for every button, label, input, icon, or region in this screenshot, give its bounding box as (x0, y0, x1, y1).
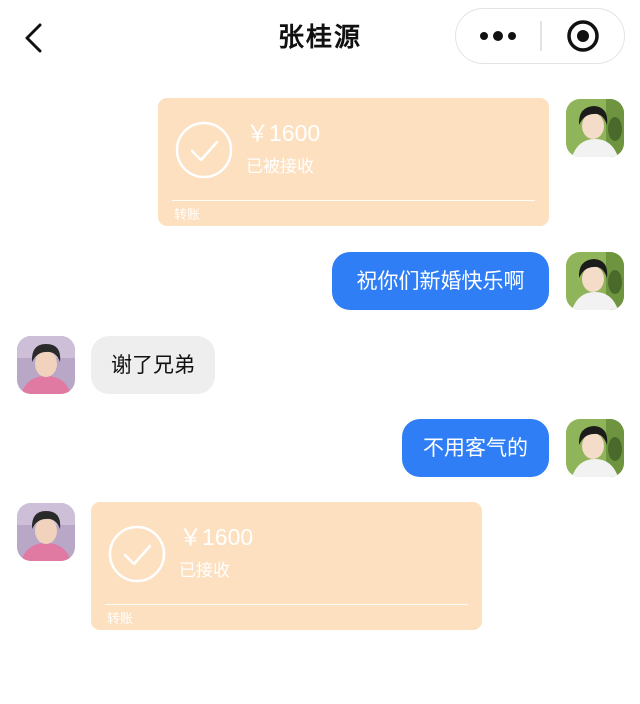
avatar-image (566, 419, 624, 477)
avatar-image (17, 336, 75, 394)
avatar-contact[interactable] (17, 336, 75, 394)
message-bubble-received[interactable]: 谢了兄弟 (91, 336, 215, 394)
avatar-self[interactable] (566, 419, 624, 477)
close-button[interactable] (542, 9, 624, 62)
more-button[interactable] (456, 9, 540, 62)
avatar-contact[interactable] (17, 503, 75, 561)
transfer-card-sent[interactable]: ￥1600 已被接收 转账 (158, 98, 549, 226)
back-button[interactable] (14, 18, 54, 58)
avatar-image (566, 99, 624, 157)
avatar-image (17, 503, 75, 561)
check-circle-icon (108, 525, 166, 583)
transfer-divider (172, 200, 535, 201)
message-bubble-sent[interactable]: 祝你们新婚快乐啊 (332, 252, 549, 310)
chat-title: 张桂源 (277, 23, 362, 53)
transfer-divider (105, 604, 468, 605)
transfer-amount: ￥1600 (179, 524, 254, 550)
mini-program-capsule (455, 8, 625, 64)
avatar-self[interactable] (566, 252, 624, 310)
transfer-label: 转账 (174, 208, 201, 223)
message-bubble-sent[interactable]: 不用客气的 (402, 419, 549, 477)
transfer-status: 已接收 (179, 561, 230, 581)
avatar-self[interactable] (566, 99, 624, 157)
more-dots-icon (480, 30, 516, 41)
transfer-status: 已被接收 (246, 157, 314, 177)
transfer-card-received[interactable]: ￥1600 已接收 转账 (91, 502, 482, 630)
chevron-left-icon (25, 23, 42, 53)
avatar-image (566, 252, 624, 310)
chat-screen: 张桂源 ￥1600 已被接收 转账 祝你们新婚快乐啊 谢了兄弟 不用客气的 ￥1… (0, 0, 640, 704)
transfer-amount: ￥1600 (246, 120, 321, 146)
check-circle-icon (175, 121, 233, 179)
target-circle-icon (567, 19, 599, 52)
transfer-label: 转账 (107, 612, 134, 627)
